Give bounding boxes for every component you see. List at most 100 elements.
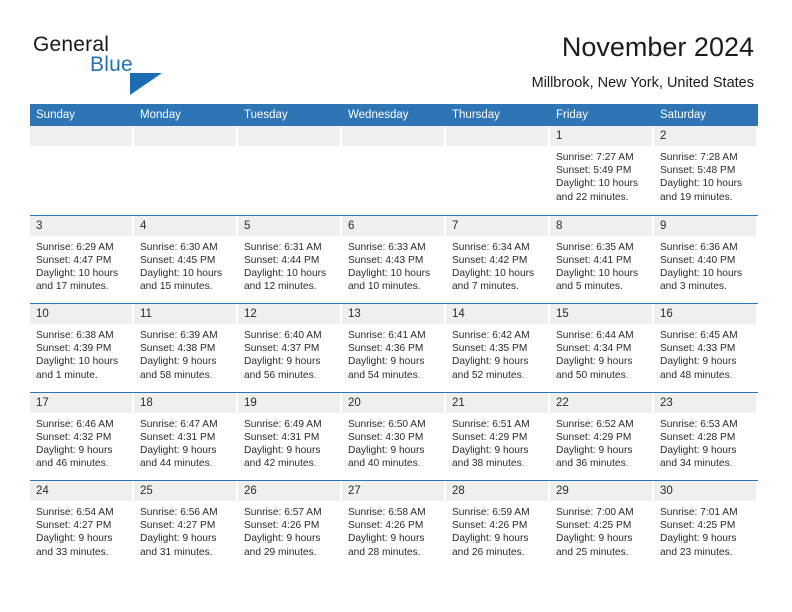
calendar-day-cell[interactable]: 27 Sunrise: 6:58 AM Sunset: 4:26 PM Dayligh…	[342, 481, 446, 569]
calendar-day-cell[interactable]: 9 Sunrise: 6:36 AM Sunset: 4:40 PM Daylight…	[654, 215, 758, 304]
day-number: 8	[556, 219, 563, 232]
calendar-day-cell[interactable]: 15 Sunrise: 6:44 AM Sunset: 4:34 PM Dayligh…	[550, 304, 654, 392]
calendar-day-cell[interactable]: 7 Sunrise: 6:34 AM Sunset: 4:42 PM Daylight…	[446, 215, 550, 304]
calendar-day-cell[interactable]: 2 Sunrise: 7:28 AM Sunset: 5:48 PM Daylight…	[654, 126, 758, 215]
day-details: Sunrise: 6:51 AM Sunset: 4:29 PM Daylight:…	[446, 413, 550, 471]
calendar-day-cell[interactable]: 14 Sunrise: 6:42 AM Sunset: 4:35 PM Dayligh…	[446, 304, 550, 392]
calendar-day-cell[interactable]: 24 Sunrise: 6:54 AM Sunset: 4:27 PM Dayligh…	[30, 481, 134, 569]
daylight-text: Daylight: 10 hours and 19 minutes.	[660, 178, 743, 203]
calendar-week-row: 17 Sunrise: 6:46 AM Sunset: 4:32 PM Dayligh…	[30, 391, 758, 481]
calendar-day-cell[interactable]: 23 Sunrise: 6:53 AM Sunset: 4:28 PM Dayligh…	[654, 392, 758, 481]
sunset-text: Sunset: 4:30 PM	[348, 431, 424, 443]
day-details: Sunrise: 6:56 AM Sunset: 4:27 PM Daylight:…	[134, 501, 238, 559]
calendar-day-cell[interactable]: 6 Sunrise: 6:33 AM Sunset: 4:43 PM Daylight…	[342, 215, 446, 304]
day-number: 5	[244, 219, 251, 232]
calendar-day-cell[interactable]: 28 Sunrise: 6:59 AM Sunset: 4:26 PM Dayligh…	[446, 481, 550, 569]
day-number: 25	[140, 485, 153, 497]
day-number: 19	[244, 396, 257, 409]
sunrise-text: Sunrise: 6:39 AM	[140, 330, 218, 341]
daylight-text: Daylight: 9 hours and 38 minutes.	[452, 444, 529, 470]
day-details: Sunrise: 6:52 AM Sunset: 4:29 PM Daylight:…	[550, 413, 654, 471]
day-number: 1	[556, 130, 563, 142]
sunset-text: Sunset: 4:47 PM	[36, 254, 112, 266]
day-number-band: 3	[30, 215, 132, 236]
day-number-band	[238, 126, 340, 146]
calendar-day-cell[interactable]: 26 Sunrise: 6:57 AM Sunset: 4:26 PM Dayligh…	[238, 481, 342, 569]
title-block: November 2024 Millbrook, New York, Unite…	[532, 30, 754, 92]
day-number-band: 23	[654, 392, 756, 413]
daylight-text: Daylight: 9 hours and 46 minutes.	[36, 444, 113, 470]
weekday-header-monday: Monday	[140, 109, 181, 121]
day-number: 24	[36, 485, 49, 497]
sunrise-text: Sunrise: 6:42 AM	[452, 330, 530, 341]
day-number-band: 25	[134, 481, 236, 501]
sunrise-text: Sunrise: 6:36 AM	[660, 241, 738, 253]
sunset-text: Sunset: 4:34 PM	[556, 343, 632, 355]
day-details: Sunrise: 6:45 AM Sunset: 4:33 PM Daylight:…	[654, 324, 758, 382]
calendar-day-cell[interactable]: 29 Sunrise: 7:00 AM Sunset: 4:25 PM Dayligh…	[550, 481, 654, 569]
day-number: 12	[244, 308, 257, 320]
calendar-day-cell[interactable]: 21 Sunrise: 6:51 AM Sunset: 4:29 PM Dayligh…	[446, 392, 550, 481]
calendar-day-cell[interactable]: 22 Sunrise: 6:52 AM Sunset: 4:29 PM Dayligh…	[550, 392, 654, 481]
calendar-day-cell[interactable]: 16 Sunrise: 6:45 AM Sunset: 4:33 PM Dayligh…	[654, 304, 758, 392]
sunset-text: Sunset: 4:26 PM	[244, 520, 320, 532]
sunrise-text: Sunrise: 6:46 AM	[36, 418, 114, 430]
daylight-text: Daylight: 10 hours and 15 minutes.	[140, 267, 223, 293]
calendar-day-cell[interactable]: 25 Sunrise: 6:56 AM Sunset: 4:27 PM Dayligh…	[134, 481, 238, 569]
calendar-day-cell[interactable]: 17 Sunrise: 6:46 AM Sunset: 4:32 PM Dayligh…	[30, 392, 134, 481]
sunset-text: Sunset: 5:49 PM	[556, 165, 632, 177]
sunset-text: Sunset: 4:33 PM	[660, 343, 736, 355]
day-details: Sunrise: 6:31 AM Sunset: 4:44 PM Daylight:…	[238, 236, 342, 294]
day-details: Sunrise: 6:54 AM Sunset: 4:27 PM Daylight:…	[30, 501, 134, 559]
calendar-day-cell[interactable]: 11 Sunrise: 6:39 AM Sunset: 4:38 PM Dayligh…	[134, 304, 238, 392]
calendar-day-cell[interactable]: 20 Sunrise: 6:50 AM Sunset: 4:30 PM Dayligh…	[342, 392, 446, 481]
calendar-week-row: 3 Sunrise: 6:29 AM Sunset: 4:47 PM Daylight…	[30, 214, 758, 304]
sunset-text: Sunset: 4:36 PM	[348, 343, 424, 355]
calendar-day-cell[interactable]: 30 Sunrise: 7:01 AM Sunset: 4:25 PM Dayligh…	[654, 481, 758, 569]
calendar-table: Sunday Monday Tuesday Wednesday Thursday…	[30, 104, 758, 569]
weekday-header-wednesday: Wednesday	[348, 109, 409, 121]
weekday-header-sunday: Sunday	[36, 109, 76, 121]
calendar-day-cell-empty	[238, 126, 342, 215]
day-details: Sunrise: 6:36 AM Sunset: 4:40 PM Daylight:…	[654, 236, 758, 294]
day-number-band: 2	[654, 126, 756, 146]
calendar-day-cell-empty	[134, 126, 238, 215]
daylight-text: Daylight: 10 hours and 7 minutes.	[452, 267, 535, 293]
calendar-day-cell[interactable]: 1 Sunrise: 7:27 AM Sunset: 5:49 PM Daylight…	[550, 126, 654, 215]
day-details: Sunrise: 6:41 AM Sunset: 4:36 PM Daylight:…	[342, 324, 446, 382]
day-number-band	[30, 126, 132, 146]
daylight-text: Daylight: 9 hours and 54 minutes.	[348, 356, 425, 381]
calendar-day-cell[interactable]: 19 Sunrise: 6:49 AM Sunset: 4:31 PM Dayligh…	[238, 392, 342, 481]
calendar-day-cell[interactable]: 5 Sunrise: 6:31 AM Sunset: 4:44 PM Daylight…	[238, 215, 342, 304]
sunrise-text: Sunrise: 6:49 AM	[244, 418, 322, 430]
sunrise-text: Sunrise: 6:58 AM	[348, 507, 426, 518]
sunset-text: Sunset: 4:43 PM	[348, 254, 424, 266]
calendar-day-cell[interactable]: 18 Sunrise: 6:47 AM Sunset: 4:31 PM Dayligh…	[134, 392, 238, 481]
day-number-band	[342, 126, 444, 146]
day-details: Sunrise: 6:42 AM Sunset: 4:35 PM Daylight:…	[446, 324, 550, 382]
day-number: 22	[556, 396, 569, 409]
day-details: Sunrise: 6:34 AM Sunset: 4:42 PM Daylight:…	[446, 236, 550, 294]
daylight-text: Daylight: 9 hours and 26 minutes.	[452, 533, 529, 558]
day-number-band: 4	[134, 215, 236, 236]
sunrise-text: Sunrise: 6:52 AM	[556, 418, 634, 430]
day-number: 15	[556, 308, 569, 320]
calendar-day-cell[interactable]: 4 Sunrise: 6:30 AM Sunset: 4:45 PM Daylight…	[134, 215, 238, 304]
day-number-band: 11	[134, 304, 236, 324]
daylight-text: Daylight: 9 hours and 33 minutes.	[36, 533, 113, 558]
weekday-header-friday: Friday	[556, 109, 588, 121]
day-details: Sunrise: 6:35 AM Sunset: 4:41 PM Daylight:…	[550, 236, 654, 294]
sunset-text: Sunset: 4:31 PM	[140, 431, 216, 443]
sunrise-text: Sunrise: 6:56 AM	[140, 507, 218, 518]
sunset-text: Sunset: 4:27 PM	[36, 520, 112, 532]
calendar-day-cell[interactable]: 10 Sunrise: 6:38 AM Sunset: 4:39 PM Dayligh…	[30, 304, 134, 392]
calendar-day-cell[interactable]: 8 Sunrise: 6:35 AM Sunset: 4:41 PM Daylight…	[550, 215, 654, 304]
day-number-band: 29	[550, 481, 652, 501]
logo-triangle-icon	[130, 73, 162, 95]
day-number-band: 6	[342, 215, 444, 236]
day-number-band: 10	[30, 304, 132, 324]
calendar-day-cell[interactable]: 12 Sunrise: 6:40 AM Sunset: 4:37 PM Dayligh…	[238, 304, 342, 392]
sunset-text: Sunset: 4:26 PM	[452, 520, 528, 532]
calendar-day-cell[interactable]: 3 Sunrise: 6:29 AM Sunset: 4:47 PM Daylight…	[30, 215, 134, 304]
calendar-day-cell[interactable]: 13 Sunrise: 6:41 AM Sunset: 4:36 PM Dayligh…	[342, 304, 446, 392]
